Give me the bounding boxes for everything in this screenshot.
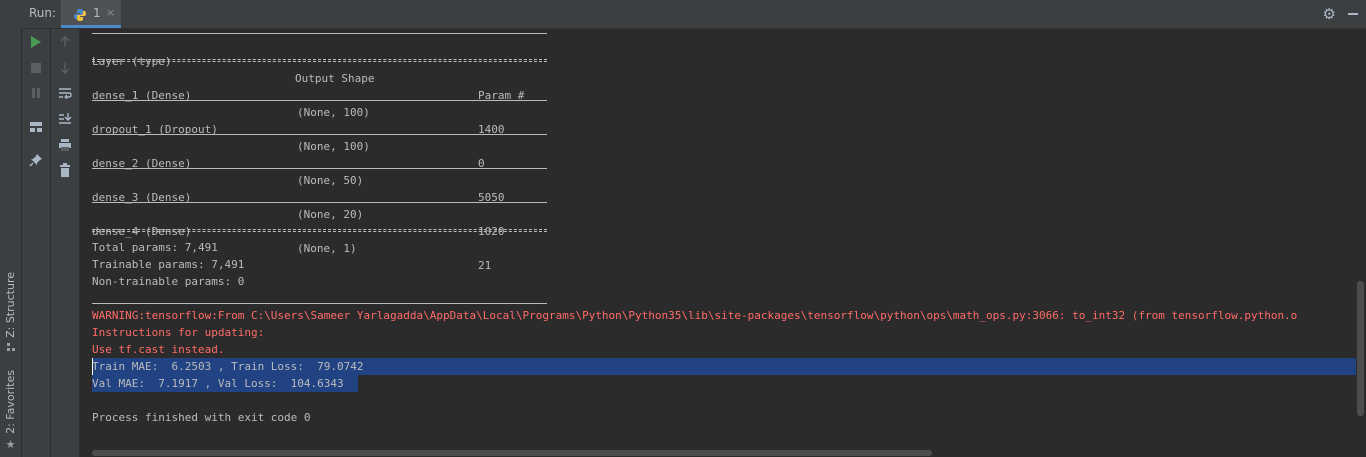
up-arrow-icon [60, 36, 70, 47]
text-caret [92, 358, 93, 375]
table-row: dense_2 (Dense) (None, 50) 5050 [92, 138, 505, 204]
trainable-params-line: Trainable params: 7,491 [92, 258, 245, 271]
run-header: Run: 1 × ⚙ [21, 0, 1366, 29]
clear-all-button[interactable] [55, 160, 75, 180]
exit-code-line: Process finished with exit code 0 [92, 411, 311, 424]
horizontal-scrollbar[interactable] [80, 449, 1356, 457]
run-icon [31, 36, 41, 48]
row-shape: (None, 100) [297, 140, 370, 153]
structure-tab-label: Z: Structure [4, 272, 17, 338]
table-header: Layer (type) Output Shape Param # [92, 36, 524, 102]
table-row: dense_4 (Dense) (None, 1) 21 [92, 206, 491, 272]
row-layer: dense_2 (Dense) [92, 157, 192, 170]
instructions-line: Instructions for updating: [92, 326, 265, 339]
trash-icon [60, 163, 70, 177]
table-row: dense_1 (Dense) (None, 100) 1400 [92, 70, 505, 136]
table-divider [92, 168, 547, 169]
warning-line: WARNING:tensorflow:From C:\Users\Sameer … [92, 309, 1298, 322]
structure-icon [6, 342, 16, 355]
favorites-tool-tab[interactable]: 2: Favorites ★ [0, 370, 21, 451]
run-config-tab[interactable]: 1 × [61, 0, 121, 28]
next-occurrence-button[interactable] [55, 58, 75, 78]
train-metrics-line: Train MAE: 6.2503 , Train Loss: 79.0742 [92, 360, 364, 373]
table-divider [92, 100, 547, 101]
left-tool-stripe: Z: Structure 2: Favorites ★ [0, 0, 22, 457]
previous-occurrence-button[interactable] [55, 32, 75, 52]
python-icon [73, 7, 87, 21]
print-button[interactable] [55, 135, 75, 155]
run-tool-window: Z: Structure 2: Favorites ★ Run: 1 × ⚙ L… [0, 0, 1366, 457]
row-layer: dense_1 (Dense) [92, 89, 192, 102]
run-toolbar [22, 29, 50, 457]
table-double-divider [92, 59, 547, 62]
stop-icon [31, 63, 41, 73]
layout-icon [30, 122, 42, 132]
horizontal-scroll-thumb[interactable] [92, 450, 932, 456]
soft-wrap-icon [59, 88, 72, 99]
row-shape: (None, 1) [297, 242, 357, 255]
row-params: 21 [478, 259, 492, 272]
row-shape: (None, 20) [297, 208, 364, 221]
favorites-tab-label: 2: Favorites [4, 370, 17, 434]
scroll-to-end-icon [59, 113, 72, 124]
header-output-shape: Output Shape [295, 72, 375, 85]
row-params: 5050 [478, 191, 505, 204]
table-divider [92, 134, 547, 135]
print-icon [59, 139, 71, 151]
console-toolbar [51, 29, 80, 457]
restore-layout-button[interactable] [26, 117, 46, 137]
stop-button[interactable] [26, 58, 46, 78]
pin-tab-button[interactable] [26, 150, 46, 170]
star-icon: ★ [5, 437, 16, 451]
row-shape: (None, 100) [297, 106, 370, 119]
pause-icon [32, 88, 40, 98]
run-label: Run: [29, 6, 57, 20]
row-params: 0 [478, 157, 485, 170]
table-divider [92, 303, 547, 304]
table-row: dense_3 (Dense) (None, 20) 1020 [92, 172, 505, 238]
structure-tool-tab[interactable]: Z: Structure [0, 272, 21, 355]
table-divider [92, 202, 547, 203]
row-layer: dropout_1 (Dropout) [92, 123, 218, 136]
scroll-to-end-button[interactable] [55, 109, 75, 129]
header-param-count: Param # [478, 89, 525, 102]
row-shape: (None, 50) [297, 174, 364, 187]
soft-wrap-button[interactable] [55, 83, 75, 103]
down-arrow-icon [60, 63, 70, 74]
console-output[interactable]: Layer (type) Output Shape Param # dense_… [80, 29, 1356, 457]
run-tab-label: 1 [93, 6, 101, 20]
val-metrics-line: Val MAE: 7.1917 , Val Loss: 104.6343 [92, 377, 344, 390]
rerun-button[interactable] [26, 32, 46, 52]
vertical-scrollbar[interactable] [1356, 29, 1366, 457]
table-row: dropout_1 (Dropout) (None, 100) 0 [92, 104, 485, 170]
pin-icon [29, 154, 42, 167]
use-cast-line: Use tf.cast instead. [92, 343, 225, 356]
row-layer: dense_3 (Dense) [92, 191, 192, 204]
vertical-scroll-thumb[interactable] [1357, 281, 1364, 416]
minimize-icon[interactable] [1348, 13, 1358, 15]
non-trainable-params-line: Non-trainable params: 0 [92, 275, 245, 288]
table-divider [92, 33, 547, 34]
total-params-line: Total params: 7,491 [92, 241, 218, 254]
table-double-divider [92, 229, 547, 232]
close-icon[interactable]: × [106, 6, 115, 19]
row-params: 1400 [478, 123, 505, 136]
pause-button[interactable] [26, 83, 46, 103]
gear-icon[interactable]: ⚙ [1323, 5, 1336, 23]
